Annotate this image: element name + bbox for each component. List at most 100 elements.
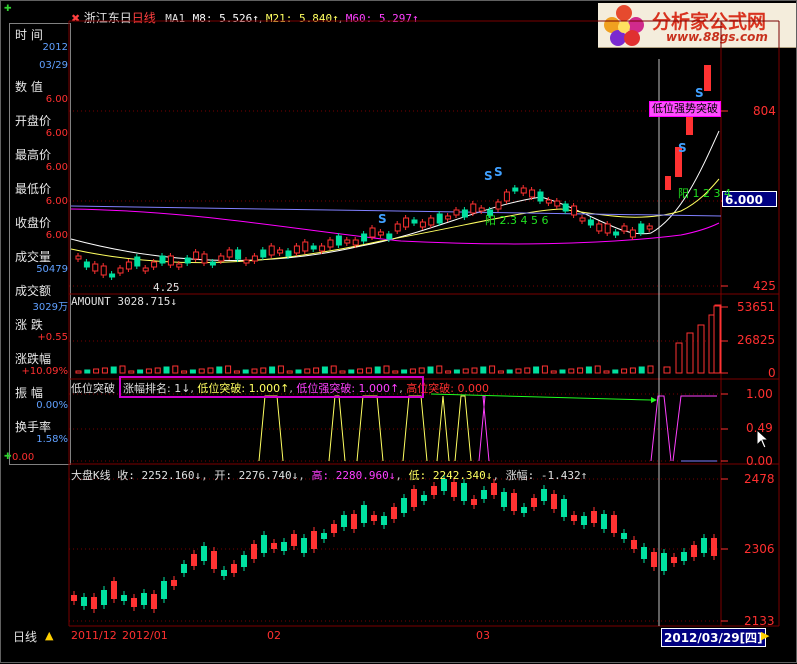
candle-body [503, 191, 510, 202]
candle-body [495, 201, 502, 210]
index-body [631, 540, 637, 549]
current-date: 2012/03/29 [664, 631, 740, 645]
index-body [221, 570, 227, 576]
candle-body [218, 255, 225, 262]
candle-body [100, 265, 107, 276]
index-body [461, 483, 467, 501]
index-body [451, 482, 457, 497]
candle-body [260, 249, 267, 258]
index-body [661, 553, 667, 571]
candle-body [159, 255, 166, 264]
candle-body [327, 239, 334, 248]
corner-top-left-icon[interactable]: ✚ [4, 4, 12, 14]
volume-bar [436, 365, 443, 374]
candle-body [470, 203, 477, 214]
candle-body [134, 256, 141, 267]
index-body [341, 515, 347, 527]
candle-body [310, 245, 317, 250]
candle-body [571, 205, 578, 216]
candle-body [83, 261, 90, 268]
index-body [391, 507, 397, 519]
volume-bar [621, 368, 628, 374]
index-body [71, 595, 77, 601]
date-label-3: 02 [267, 629, 281, 642]
index-body [321, 533, 327, 539]
index-body [241, 555, 247, 567]
volume-bar [128, 370, 135, 374]
sell-signal-s5: S [695, 86, 704, 100]
scroll-right-icon[interactable]: ▶ [761, 629, 769, 642]
index-body [481, 490, 487, 499]
breakout-signal-lines [258, 395, 717, 462]
index-body [701, 538, 707, 553]
candle-body [125, 261, 132, 270]
candle-body [209, 261, 216, 266]
period-selector[interactable]: 日线 [13, 628, 37, 645]
volume-bar [110, 366, 117, 374]
volume-bar [119, 365, 126, 374]
volume-bar [550, 370, 557, 374]
candle-body [335, 235, 342, 246]
volume-bar [541, 365, 548, 374]
indicator-title: 低位突破 [71, 380, 115, 396]
candle-body [142, 267, 149, 272]
low-marker-label: 4.25 [153, 281, 180, 294]
volume-bar [559, 369, 566, 374]
volume-title: AMOUNT 3028.715↓ [71, 295, 177, 308]
volume-bar [233, 370, 240, 374]
index-body [491, 483, 497, 495]
index-body [431, 486, 437, 495]
volume-bar [75, 370, 82, 374]
candle-body [562, 203, 569, 212]
volume-bar-breakout [686, 332, 694, 374]
volume-bar [84, 369, 91, 374]
signal-arrow-head [651, 397, 657, 403]
sell-signal-s1: S [378, 212, 387, 226]
volume-bar [427, 366, 434, 374]
index-axis-max: 2478 [744, 472, 775, 486]
signal-spike [478, 395, 490, 462]
mouse-cursor-icon [756, 429, 770, 449]
volume-bar [154, 367, 161, 374]
candle-body [646, 225, 653, 230]
index-body [401, 498, 407, 513]
volume-axis-mid: 26825 [737, 333, 776, 347]
volume-bar [304, 368, 311, 374]
date-label-4: 03 [476, 629, 490, 642]
index-body [711, 538, 717, 556]
volume-bar [453, 369, 460, 374]
corner-bottom-left-icon[interactable]: ✚ [4, 452, 12, 462]
candle-body [193, 251, 200, 260]
volume-bar [172, 365, 179, 374]
index-body [361, 505, 367, 523]
sell-signal-s4: S [678, 141, 687, 155]
candle-body [268, 245, 275, 256]
candle-body [394, 223, 401, 232]
volume-bar [269, 366, 276, 374]
candle-body [92, 263, 99, 272]
current-weekday: 四 [745, 631, 758, 645]
volume-bar [189, 369, 196, 374]
index-body [91, 597, 97, 609]
candle-body [184, 257, 191, 264]
volume-bar [277, 365, 284, 374]
candle-body [545, 199, 552, 204]
volume-bar [418, 367, 425, 374]
candle-body [285, 250, 292, 257]
volume-bar [533, 366, 540, 374]
high-breakout-value: 高位突破: 0.000 [406, 382, 489, 395]
volume-bar [321, 366, 328, 374]
volume-bar [163, 366, 170, 374]
index-body [211, 551, 217, 569]
index-body [231, 564, 237, 573]
index-body [291, 534, 297, 546]
period-triangle-icon[interactable]: ▲ [45, 629, 53, 642]
volume-bar [568, 368, 575, 374]
candle-body [319, 245, 326, 252]
volume-bar [497, 370, 504, 374]
index-body [261, 535, 267, 553]
signal-spike [258, 395, 284, 462]
candle-body [554, 200, 561, 207]
candle-body [377, 231, 384, 236]
date-bar: 日线 ▲ 2011/12 2012/01 02 03 2012/03/29[四]… [9, 628, 789, 647]
